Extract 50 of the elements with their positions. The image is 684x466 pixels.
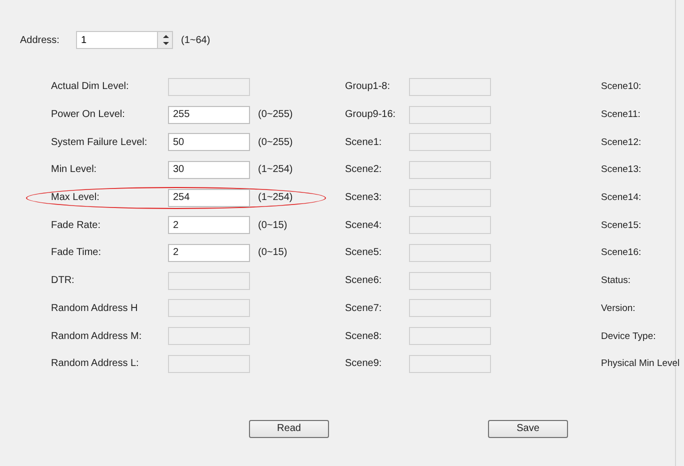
range-hint: (0~255) bbox=[257, 109, 293, 120]
field-label: Scene11: bbox=[601, 109, 640, 120]
range-hint: (1~254) bbox=[257, 192, 293, 204]
field-label: Random Address M: bbox=[51, 330, 142, 342]
field-label: Scene14: bbox=[601, 192, 642, 204]
field-label: Device Type: bbox=[601, 330, 656, 342]
field-label: Fade Rate: bbox=[51, 220, 100, 231]
field-label: Scene10: bbox=[601, 81, 642, 92]
field-label: Actual Dim Level: bbox=[51, 81, 129, 92]
field-label: Scene2: bbox=[345, 164, 382, 176]
input-field[interactable]: 2 bbox=[168, 244, 250, 262]
field-label: Fade Time: bbox=[51, 247, 102, 258]
field-label: Scene8: bbox=[345, 330, 382, 342]
field-label: Max Level: bbox=[51, 192, 100, 204]
field-label: Group1-8: bbox=[345, 81, 390, 92]
field-label: Random Address H bbox=[51, 302, 138, 314]
input-field[interactable]: 30 bbox=[168, 160, 250, 179]
field-label: Random Address L: bbox=[51, 358, 139, 370]
field-label: System Failure Level: bbox=[51, 136, 148, 148]
field-label: DTR: bbox=[51, 275, 74, 286]
field-label: Scene12: bbox=[601, 136, 642, 148]
range-hint: (0~15) bbox=[257, 220, 288, 231]
input-field[interactable]: 50 bbox=[168, 133, 250, 152]
field-label: Scene9: bbox=[345, 358, 382, 370]
field-label: Scene16: bbox=[601, 247, 642, 258]
field-label: Scene3: bbox=[345, 192, 382, 204]
field-label: Version: bbox=[601, 302, 636, 314]
field-label: Scene7: bbox=[345, 302, 382, 314]
input-field[interactable]: 2 bbox=[168, 216, 250, 234]
field-label: Min Level: bbox=[51, 164, 97, 176]
field-label: Scene13: bbox=[601, 164, 642, 176]
save-button[interactable]: Save bbox=[488, 420, 568, 438]
field-label: Power On Level: bbox=[51, 109, 125, 120]
range-hint: (0~255) bbox=[257, 136, 293, 148]
input-field[interactable]: 254 bbox=[168, 188, 250, 207]
address-field[interactable]: 1 bbox=[76, 31, 157, 49]
field-label: Scene4: bbox=[345, 220, 382, 231]
range-hint: (1~254) bbox=[257, 164, 293, 176]
read-button[interactable]: Read bbox=[249, 420, 329, 438]
range-hint: (1~64) bbox=[180, 34, 210, 46]
field-label: Scene1: bbox=[345, 136, 382, 148]
input-field[interactable]: 255 bbox=[168, 106, 250, 124]
field-label: Scene15: bbox=[601, 220, 642, 231]
field-label: Physical Min Level bbox=[601, 358, 680, 370]
range-hint: (0~15) bbox=[257, 247, 288, 258]
field-label: Group9-16: bbox=[345, 109, 396, 120]
field-label: Scene6: bbox=[345, 275, 382, 286]
field-label: Scene5: bbox=[345, 247, 382, 258]
address-label: Address: bbox=[20, 34, 60, 46]
field-label: Status: bbox=[601, 275, 631, 286]
